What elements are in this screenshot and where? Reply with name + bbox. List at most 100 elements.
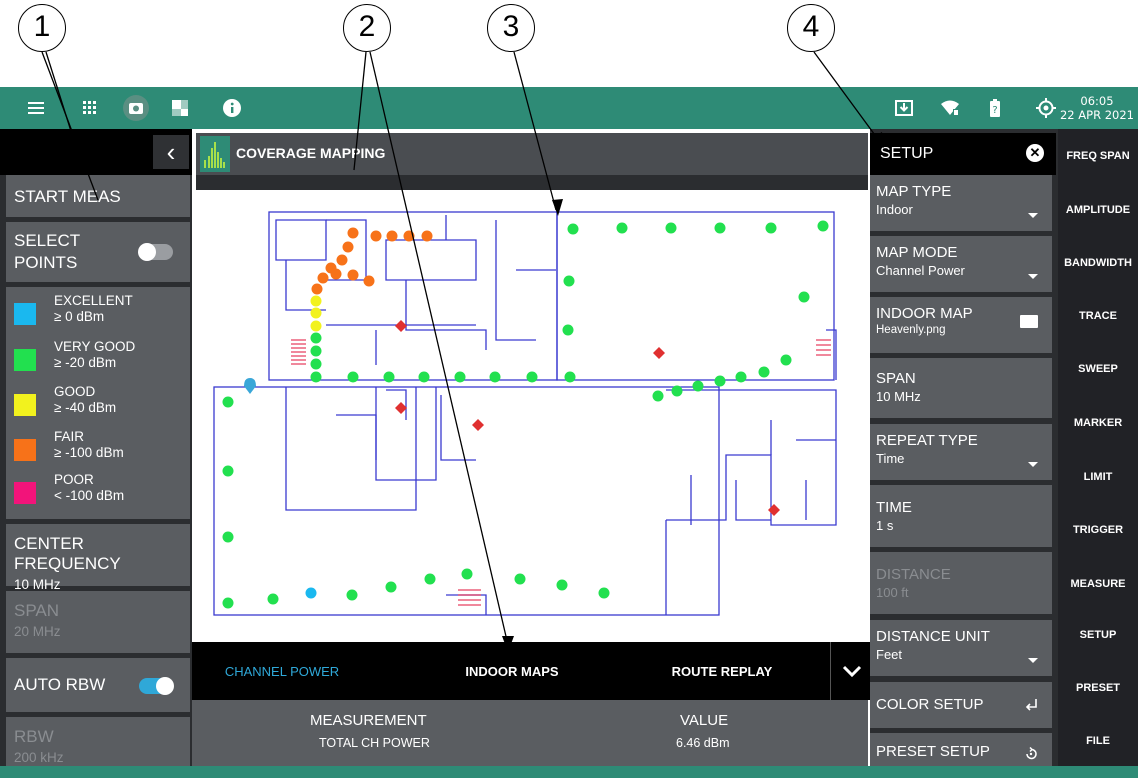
map-mode-dropdown[interactable]: MAP MODE Channel Power <box>870 236 1052 292</box>
tab-indoor-maps[interactable]: INDOOR MAPS <box>412 642 612 700</box>
span-label: SPAN <box>14 601 60 620</box>
swatch-good <box>14 394 36 416</box>
menu-setup[interactable]: SETUP <box>1058 629 1138 641</box>
distance-value: 100 ft <box>876 585 909 600</box>
distance-unit-label: DISTANCE UNIT <box>876 628 990 645</box>
menu-amplitude[interactable]: AMPLITUDE <box>1058 204 1138 216</box>
center-frequency-item[interactable]: CENTER FREQUENCY 10 MHz <box>6 524 190 592</box>
legend-fair-value: ≥ -100 dBm <box>54 445 124 460</box>
distance-unit-dropdown[interactable]: DISTANCE UNIT Feet <box>870 620 1052 676</box>
measurement-points <box>222 220 829 609</box>
select-points-item[interactable]: SELECT POINTS <box>6 222 190 282</box>
floor-plan <box>213 211 837 616</box>
legend-excellent-label: EXCELLENT <box>54 293 133 308</box>
span-setup-label: SPAN <box>876 370 916 387</box>
view-tabs: CHANNEL POWER INDOOR MAPS ROUTE REPLAY <box>192 642 872 700</box>
reset-icon <box>1026 747 1037 760</box>
gps-icon[interactable] <box>1032 87 1060 129</box>
select-points-label: SELECT POINTS <box>14 231 80 272</box>
bottom-status-strip <box>0 766 1138 778</box>
clock: 06:05 22 APR 2021 <box>1060 94 1134 122</box>
menu-measure[interactable]: MEASURE <box>1058 578 1138 590</box>
legend-very-good: VERY GOOD ≥ -20 dBm <box>14 337 190 383</box>
rbw-label: RBW <box>14 727 54 746</box>
rbw-value: 200 kHz <box>14 750 64 765</box>
chevron-down-icon <box>1028 274 1038 279</box>
color-setup-button[interactable]: COLOR SETUP <box>870 682 1052 728</box>
legend-fair-label: FAIR <box>54 429 85 444</box>
legend-excellent-value: ≥ 0 dBm <box>54 309 105 324</box>
time-item[interactable]: TIME 1 s <box>870 485 1052 547</box>
measurement-name: TOTAL CH POWER <box>319 736 430 750</box>
battery-icon[interactable]: ? <box>983 87 1007 129</box>
menu-freq-span[interactable]: FREQ SPAN <box>1058 150 1138 162</box>
span-setup-value: 10 MHz <box>876 389 921 404</box>
select-points-toggle[interactable] <box>138 243 173 261</box>
map-type-label: MAP TYPE <box>876 183 952 200</box>
time-label: TIME <box>876 499 912 516</box>
center-frequency-value: 10 MHz <box>14 577 61 592</box>
folder-icon <box>1020 315 1038 328</box>
close-icon[interactable]: ✕ <box>1026 144 1044 162</box>
results-panel: MEASUREMENT VALUE TOTAL CH POWER 6.46 dB… <box>192 700 868 766</box>
chevron-down-icon[interactable] <box>830 642 872 700</box>
window-icon[interactable] <box>166 87 194 129</box>
callout-1: 1 <box>18 4 66 52</box>
menu-bandwidth[interactable]: BANDWIDTH <box>1058 257 1138 269</box>
swatch-very-good <box>14 349 36 371</box>
span-setup-item[interactable]: SPAN 10 MHz <box>870 358 1052 418</box>
setup-header: SETUP ✕ <box>870 133 1056 175</box>
info-icon[interactable] <box>218 87 246 129</box>
clock-date: 22 APR 2021 <box>1059 108 1134 122</box>
chevron-down-icon <box>1028 213 1038 218</box>
tab-route-replay[interactable]: ROUTE REPLAY <box>632 642 812 700</box>
legend-poor-label: POOR <box>54 472 94 487</box>
chevron-down-icon <box>1028 462 1038 467</box>
menu-limit[interactable]: LIMIT <box>1058 471 1138 483</box>
legend-very-good-label: VERY GOOD <box>54 339 136 354</box>
legend-poor: POOR < -100 dBm <box>14 470 190 516</box>
setup-title: SETUP <box>880 145 934 162</box>
legend-excellent: EXCELLENT ≥ 0 dBm <box>14 291 190 337</box>
camera-icon[interactable] <box>120 87 152 129</box>
span-item-disabled[interactable]: SPAN 20 MHz <box>6 591 190 653</box>
back-strip: ‹ <box>0 129 192 175</box>
apps-grid-icon[interactable] <box>76 87 104 129</box>
spectrum-app-icon <box>200 136 230 172</box>
main-menu: FREQ SPAN AMPLITUDE BANDWIDTH TRACE SWEE… <box>1058 129 1138 769</box>
swatch-fair <box>14 439 36 461</box>
distance-item-disabled[interactable]: DISTANCE 100 ft <box>870 552 1052 614</box>
setup-panel: SETUP ✕ MAP TYPE Indoor MAP MODE Channel… <box>870 129 1058 769</box>
menu-icon[interactable] <box>22 87 50 129</box>
menu-trace[interactable]: TRACE <box>1058 310 1138 322</box>
indoor-map[interactable] <box>196 190 848 642</box>
collapse-panel-button[interactable]: ‹ <box>153 135 189 169</box>
map-type-dropdown[interactable]: MAP TYPE Indoor <box>870 175 1052 231</box>
menu-marker[interactable]: MARKER <box>1058 417 1138 429</box>
menu-file[interactable]: FILE <box>1058 735 1138 747</box>
legend-poor-value: < -100 dBm <box>54 488 125 503</box>
start-meas-button[interactable]: START MEAS <box>6 175 190 217</box>
indoor-map-item[interactable]: INDOOR MAP Heavenly.png <box>870 297 1052 353</box>
wifi-icon[interactable] <box>936 87 964 129</box>
start-meas-label: START MEAS <box>14 187 121 206</box>
swatch-excellent <box>14 303 36 325</box>
value-header: VALUE <box>680 712 729 729</box>
span-value: 20 MHz <box>14 624 61 639</box>
preset-setup-button[interactable]: PRESET SETUP <box>870 733 1052 769</box>
legend-fair: FAIR ≥ -100 dBm <box>14 427 190 473</box>
page-title: COVERAGE MAPPING <box>236 145 386 161</box>
clock-time: 06:05 <box>1080 94 1114 108</box>
legend-good-value: ≥ -40 dBm <box>54 400 117 415</box>
menu-trigger[interactable]: TRIGGER <box>1058 524 1138 536</box>
callout-4: 4 <box>787 4 835 52</box>
tab-channel-power[interactable]: CHANNEL POWER <box>192 642 372 700</box>
menu-preset[interactable]: PRESET <box>1058 682 1138 694</box>
download-icon[interactable] <box>890 87 918 129</box>
auto-rbw-item[interactable]: AUTO RBW <box>6 658 190 712</box>
chevron-down-icon <box>1028 658 1038 663</box>
repeat-type-dropdown[interactable]: REPEAT TYPE Time <box>870 424 1052 480</box>
left-panel: ‹ START MEAS SELECT POINTS EXCELLENT ≥ 0 … <box>0 129 192 778</box>
auto-rbw-toggle[interactable] <box>139 677 174 695</box>
menu-sweep[interactable]: SWEEP <box>1058 363 1138 375</box>
